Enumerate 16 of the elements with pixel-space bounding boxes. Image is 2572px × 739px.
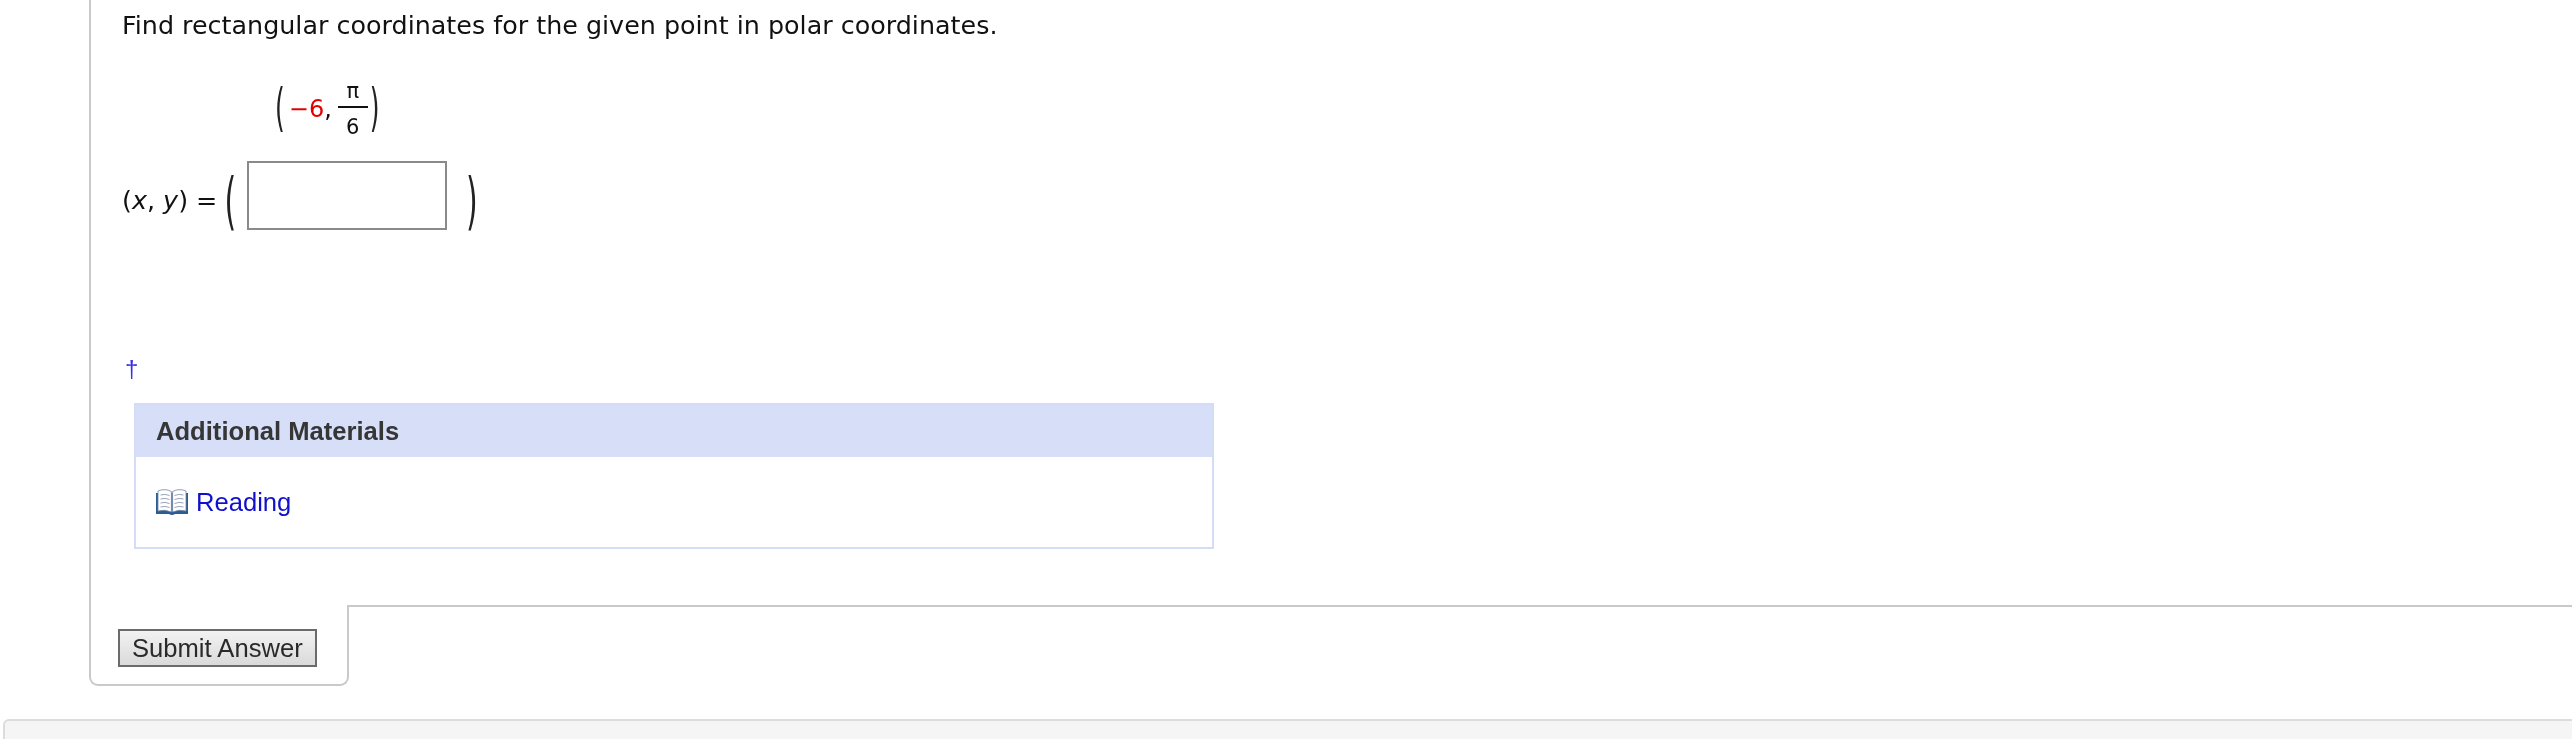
answer-field[interactable] <box>247 160 448 230</box>
reading-link[interactable]: Reading <box>196 487 292 517</box>
left-parenthesis: ( <box>275 82 285 136</box>
coordinate-label: (x, y) = <box>122 185 218 215</box>
fraction-denominator: 6 <box>346 113 360 140</box>
question-prompt: Find rectangular coordinates for the given point in polar coordinates. <box>122 9 998 40</box>
comma-separator: , <box>324 95 332 123</box>
left-parenthesis: ( <box>224 169 237 233</box>
right-parenthesis: ) <box>369 82 380 136</box>
book-icon <box>156 488 188 516</box>
fraction-numerator: π <box>346 78 360 103</box>
right-parenthesis: ) <box>466 169 478 233</box>
materials-header: Additional Materials <box>136 405 1212 457</box>
submit-button[interactable]: Submit Answer <box>118 629 317 667</box>
r-coordinate: −6 <box>288 95 325 123</box>
footnote-link[interactable]: † <box>125 355 139 382</box>
